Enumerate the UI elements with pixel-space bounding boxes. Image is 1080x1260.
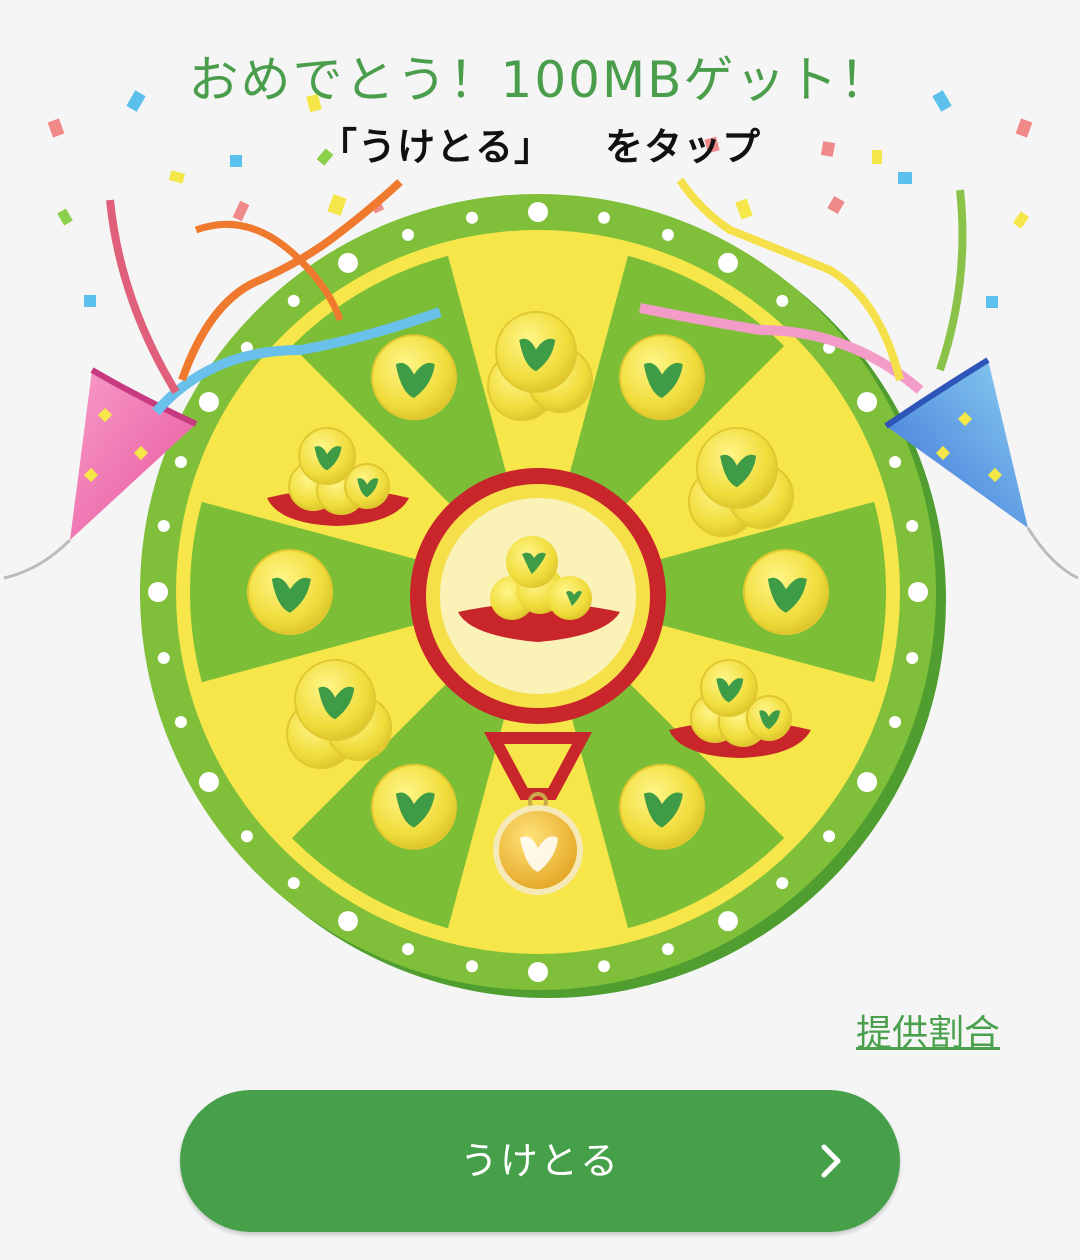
rim-dot bbox=[889, 456, 902, 469]
spin-result-screen: おめでとう！100MBゲット！ 「うけとる」 をタップ 提供割合 うけとる bbox=[0, 0, 1080, 1260]
prize-rates-link[interactable]: 提供割合 bbox=[856, 1004, 1000, 1056]
rim-dot bbox=[402, 943, 415, 956]
tap-instruction: 「うけとる」 をタップ bbox=[0, 116, 1080, 171]
rim-dot bbox=[661, 228, 674, 241]
rim-dot bbox=[906, 520, 919, 533]
congratulations-headline: おめでとう！100MBゲット！ bbox=[188, 51, 892, 109]
rim-dot bbox=[148, 582, 168, 602]
rim-dot bbox=[889, 715, 902, 728]
coin-icon bbox=[743, 549, 829, 635]
rim-dot bbox=[338, 252, 358, 273]
coin-icon bbox=[619, 763, 705, 850]
rim-dot bbox=[157, 520, 170, 533]
prize-wheel bbox=[140, 194, 946, 998]
rim-dot bbox=[857, 772, 878, 792]
rim-dot bbox=[908, 582, 928, 602]
claim-button[interactable]: うけとる bbox=[180, 1090, 900, 1232]
coin-icon bbox=[619, 334, 705, 421]
instruction-quoted-label: 「うけとる」 bbox=[318, 125, 553, 169]
rim-dot bbox=[174, 715, 187, 728]
rim-dot bbox=[157, 651, 170, 664]
rim-dot bbox=[528, 202, 548, 222]
rim-dot bbox=[823, 830, 836, 843]
rim-dot bbox=[718, 911, 738, 932]
coin-icon bbox=[371, 763, 457, 850]
rim-dot bbox=[287, 294, 300, 307]
instruction-action-text: をタップ bbox=[605, 125, 762, 169]
coin-icon bbox=[371, 334, 457, 421]
rim-dot bbox=[906, 651, 919, 664]
rim-dot bbox=[776, 877, 789, 890]
rim-dot bbox=[466, 960, 479, 973]
rim-dot bbox=[402, 228, 415, 241]
rim-dot bbox=[857, 392, 878, 412]
wheel-hub bbox=[410, 468, 666, 724]
rim-dot bbox=[287, 877, 300, 890]
rim-dot bbox=[776, 294, 789, 307]
rim-dot bbox=[528, 962, 548, 982]
rim-dot bbox=[466, 211, 479, 224]
rim-dot bbox=[597, 960, 610, 973]
rim-dot bbox=[198, 772, 219, 792]
rim-dot bbox=[661, 943, 674, 956]
rim-dot bbox=[174, 456, 187, 469]
chevron-right-icon bbox=[821, 1144, 841, 1178]
rim-dot bbox=[198, 392, 219, 412]
rim-dot bbox=[338, 911, 358, 932]
rim-dot bbox=[240, 830, 253, 843]
claim-button-label: うけとる bbox=[459, 1139, 620, 1183]
rim-dot bbox=[718, 252, 738, 273]
rim-dot bbox=[597, 211, 610, 224]
coin-icon bbox=[247, 549, 333, 635]
